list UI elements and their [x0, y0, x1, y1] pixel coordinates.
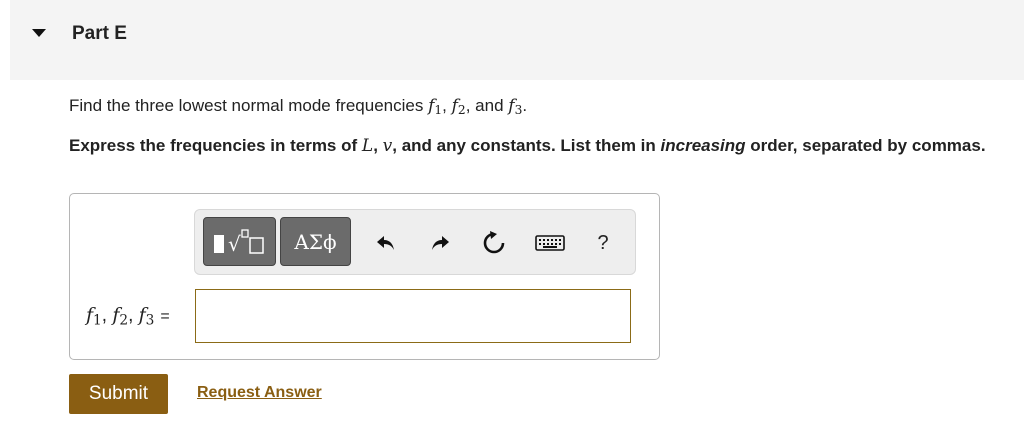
question-text: Find the three lowest normal mode freque… [69, 96, 528, 118]
redo-icon[interactable] [425, 228, 455, 258]
reset-icon[interactable] [479, 228, 509, 258]
svg-text:√: √ [228, 232, 241, 256]
undo-icon[interactable] [371, 228, 401, 258]
answer-label: f1, f2, f3 = [86, 304, 170, 329]
help-button[interactable]: ? [588, 228, 618, 258]
part-title: Part E [72, 23, 127, 44]
request-answer-link[interactable]: Request Answer [197, 384, 322, 402]
instruction-text: Express the frequencies in terms of L, v… [69, 136, 986, 156]
keyboard-icon[interactable] [533, 228, 567, 258]
submit-button[interactable]: Submit [69, 374, 168, 414]
part-header [10, 0, 1024, 80]
answer-input[interactable] [195, 289, 631, 343]
symbols-button[interactable]: ΑΣϕ [280, 217, 351, 266]
templates-button[interactable]: √ [203, 217, 276, 266]
templates-icon: √ [213, 228, 264, 256]
collapse-caret-icon[interactable] [32, 29, 46, 37]
